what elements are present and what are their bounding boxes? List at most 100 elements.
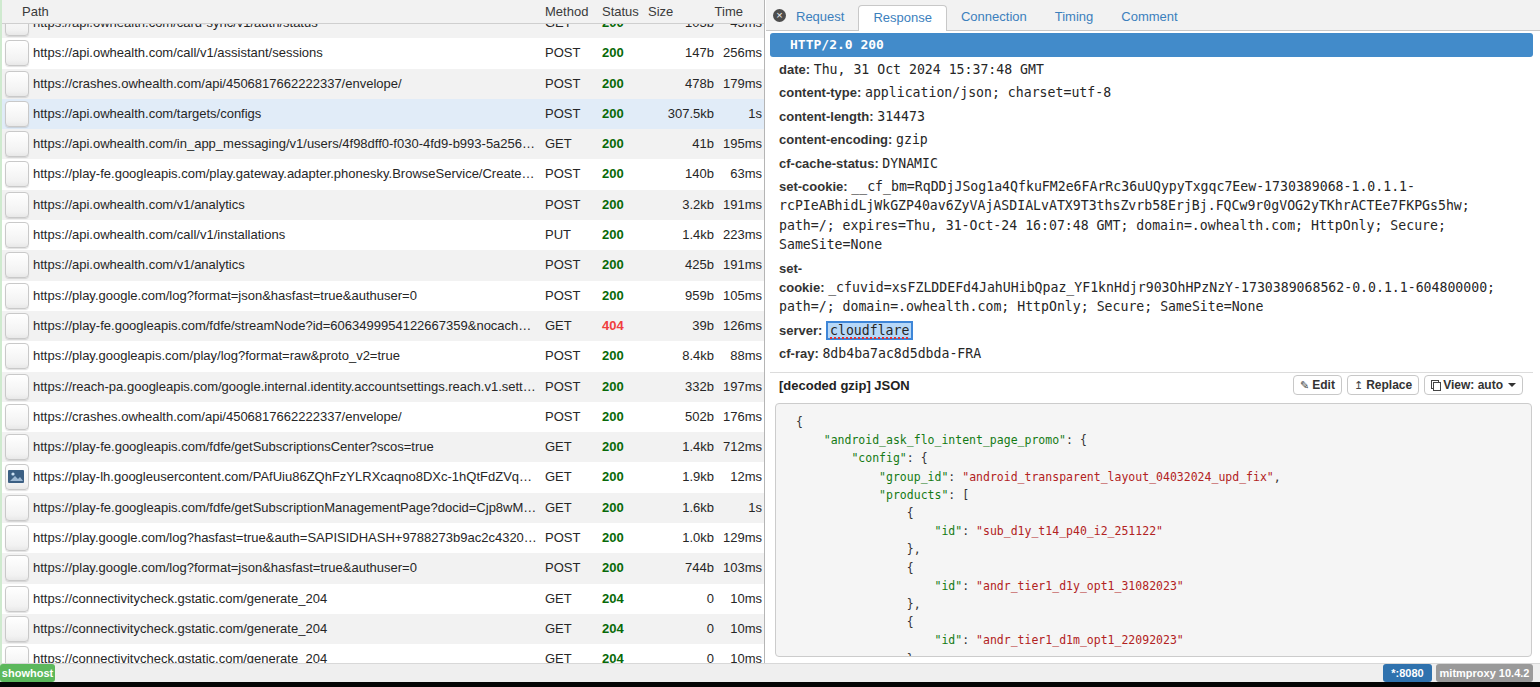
header-content-encoding: content-encoding: gzip [779,130,1509,149]
flow-method: GET [545,584,597,614]
flow-row[interactable]: https://api.owhealth.com/call/v1/assista… [0,38,765,68]
flow-row[interactable]: https://api.owhealth.com/in_app_messagin… [0,129,765,159]
flow-row[interactable]: https://connectivitycheck.gstatic.com/ge… [0,614,765,644]
view-mode-button[interactable]: View: auto [1424,375,1523,395]
json-line: }, [796,540,1531,558]
header-name[interactable]: content-encoding [779,132,888,147]
header-value[interactable]: application/json; charset=utf-8 [865,85,1111,100]
flow-method: POST [545,69,597,99]
json-line: "android_ask_flo_intent_page_promo": { [796,431,1531,449]
flow-time: 256ms [694,38,762,68]
flow-row[interactable]: https://connectivitycheck.gstatic.com/ge… [0,644,765,663]
bottom-black-strip [0,682,1540,687]
header-value[interactable]: 314473 [877,109,925,124]
edit-button[interactable]: ✎Edit [1293,375,1342,395]
column-header-path[interactable]: Path [22,0,49,23]
flow-row[interactable]: https://api.owhealth.com/card-sync/v1/au… [0,24,765,38]
response-status-text: HTTP/2.0 200 [790,37,884,52]
column-header-method[interactable]: Method [545,0,588,23]
flow-row[interactable]: https://api.owhealth.com/call/v1/install… [0,220,765,250]
flow-path: https://connectivitycheck.gstatic.com/ge… [33,584,538,614]
flow-row[interactable]: https://connectivitycheck.gstatic.com/ge… [0,584,765,614]
header-name[interactable]: date [779,62,806,77]
header-name[interactable]: set- [779,261,802,276]
version-badge: mitmproxy 10.4.2 [1436,664,1533,682]
flow-rows: https://api.owhealth.com/card-sync/v1/au… [0,24,765,663]
flow-method: GET [545,24,597,38]
detail-tabs: RequestResponseConnectionTimingComment [782,0,1192,31]
flow-path: https://play.googleapis.com/play/log?for… [33,341,538,371]
flow-path: https://api.owhealth.com/v1/analytics [33,250,538,280]
tab-timing[interactable]: Timing [1041,5,1108,31]
tab-comment[interactable]: Comment [1107,5,1191,31]
flow-time: 1s [694,99,762,129]
header-name[interactable]: set-cookie [779,179,843,194]
flow-row[interactable]: https://crashes.owhealth.com/api/4506817… [0,402,765,432]
flow-row[interactable]: https://reach-pa.googleapis.com/google.i… [0,372,765,402]
document-content-icon [5,40,29,66]
image-content-icon [5,464,29,490]
view-icon [1431,380,1440,390]
flow-path: https://play-fe.googleapis.com/fdfe/getS… [33,432,538,462]
flow-time: 712ms [694,432,762,462]
column-header-size[interactable]: Size [648,0,673,23]
flow-method: POST [545,372,597,402]
flow-path: https://api.owhealth.com/card-sync/v1/au… [33,24,538,38]
upload-icon: ↥ [1354,376,1363,394]
panel-divider[interactable] [764,0,765,663]
header-name[interactable]: cf-ray [779,346,814,361]
flow-row[interactable]: https://play-fe.googleapis.com/play.gate… [0,159,765,189]
tab-request[interactable]: Request [782,5,858,31]
tab-connection[interactable]: Connection [947,5,1041,31]
document-content-icon [5,616,29,642]
flow-row[interactable]: https://play-lh.googleusercontent.com/PA… [0,462,765,492]
flow-row-selected[interactable]: https://api.owhealth.com/targets/configs… [0,99,765,129]
response-headers: date: Thu, 31 Oct 2024 15:37:48 GMT conte… [779,60,1509,368]
flow-row[interactable]: https://play.google.com/log?format=json&… [0,553,765,583]
header-name[interactable]: content-type [779,85,857,100]
column-header-time[interactable]: Time [694,0,743,23]
flow-row[interactable]: https://play-fe.googleapis.com/fdfe/getS… [0,493,765,523]
flow-method: POST [545,281,597,311]
flow-path: https://play-fe.googleapis.com/fdfe/stre… [33,311,538,341]
header-name[interactable]: cookie [779,280,820,295]
headers-body-divider [770,372,1533,373]
replace-button[interactable]: ↥Replace [1347,375,1419,395]
flow-time: 10ms [694,614,762,644]
flow-path: https://connectivitycheck.gstatic.com/ge… [33,644,538,663]
header-value[interactable]: Thu, 31 Oct 2024 15:37:48 GMT [814,62,1044,77]
flow-list-panel: Path Method Status Size Time https://api… [0,0,765,663]
header-value[interactable]: cloudflare [826,321,913,340]
column-header-status[interactable]: Status [602,0,639,23]
header-separator: : [857,85,865,100]
flow-row[interactable]: https://play.google.com/log?format=json&… [0,281,765,311]
response-body-json[interactable]: { "android_ask_flo_intent_page_promo": {… [775,403,1532,657]
header-name[interactable]: server [779,323,818,338]
flow-row[interactable]: https://crashes.owhealth.com/api/4506817… [0,69,765,99]
header-value[interactable]: 8db4ba7ac8d5dbda-FRA [822,346,981,361]
header-value[interactable]: _cfuvid=xsFZLDDEFd4JahUHibQpaz_YF1knHdjr… [779,280,1495,314]
flow-row[interactable]: https://play-fe.googleapis.com/fdfe/stre… [0,311,765,341]
header-cf-ray: cf-ray: 8db4ba7ac8d5dbda-FRA [779,344,1509,363]
response-status-bar[interactable]: HTTP/2.0 200 [770,33,1533,57]
header-value[interactable]: __cf_bm=RqDDjJSog1a4QfkuFM2e6FArRc36uUQy… [779,179,1470,252]
header-name[interactable]: cf-cache-status [779,156,874,171]
flow-path: https://crashes.owhealth.com/api/4506817… [33,402,538,432]
tab-response[interactable]: Response [858,5,947,31]
flow-row[interactable]: https://play.googleapis.com/play/log?for… [0,341,765,371]
flow-path: https://play-fe.googleapis.com/fdfe/getS… [33,493,538,523]
flow-path: https://connectivitycheck.gstatic.com/ge… [33,614,538,644]
flow-row[interactable]: https://play-fe.googleapis.com/fdfe/getS… [0,432,765,462]
json-line: "config": { [796,449,1531,467]
flow-row[interactable]: https://api.owhealth.com/v1/analyticsPOS… [0,190,765,220]
flow-row[interactable]: https://play.google.com/log?hasfast=true… [0,523,765,553]
header-value[interactable]: DYNAMIC [882,156,938,171]
header-name[interactable]: content-length [779,109,869,124]
flow-time: 129ms [694,523,762,553]
header-value[interactable]: gzip [896,132,928,147]
json-line: { [796,559,1531,577]
flow-method: GET [545,614,597,644]
flow-method: POST [545,159,597,189]
flow-method: POST [545,99,597,129]
flow-row[interactable]: https://api.owhealth.com/v1/analyticsPOS… [0,250,765,280]
